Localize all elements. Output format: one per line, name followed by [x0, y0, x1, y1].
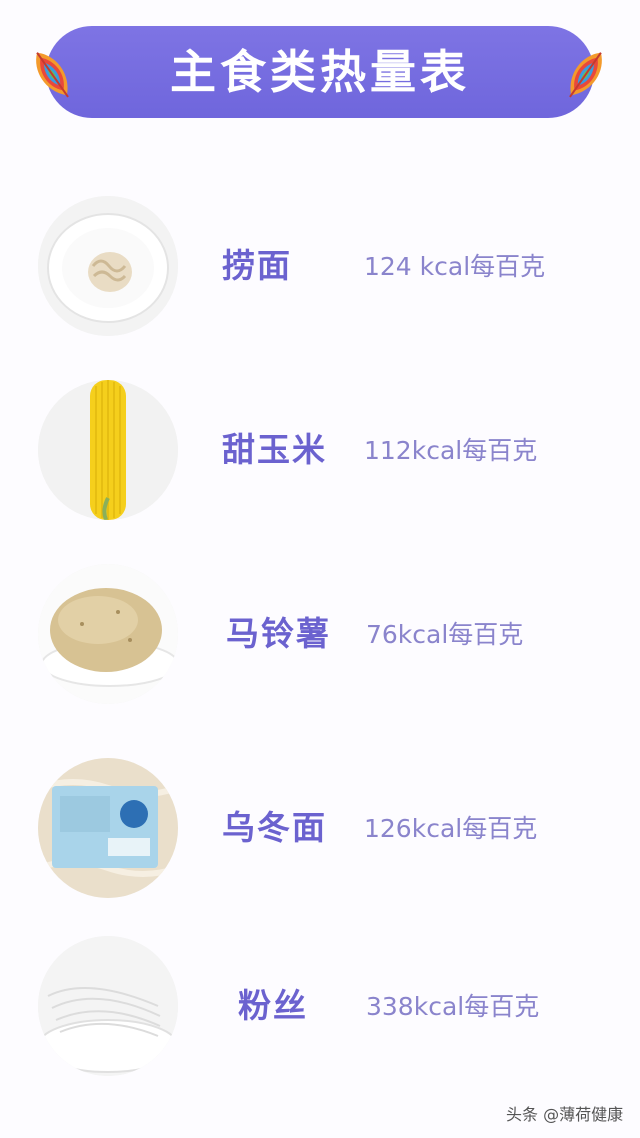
noodle-bowl-image — [38, 196, 178, 336]
food-row: 粉丝 338kcal每百克 — [0, 936, 640, 1086]
source-watermark: 头条 @薄荷健康 — [506, 1105, 624, 1124]
food-calories: 112kcal每百克 — [364, 436, 538, 465]
food-calories: 126kcal每百克 — [364, 814, 538, 843]
page-title: 主食类热量表 — [170, 45, 470, 99]
food-calories: 338kcal每百克 — [366, 992, 540, 1021]
food-row: 乌冬面 126kcal每百克 — [0, 758, 640, 908]
sweet-corn-image — [38, 380, 178, 520]
food-name: 粉丝 — [238, 986, 308, 1025]
food-name: 乌冬面 — [222, 808, 327, 847]
food-row: 甜玉米 112kcal每百克 — [0, 380, 640, 530]
vermicelli-image — [38, 936, 178, 1076]
food-name: 马铃薯 — [226, 614, 331, 653]
food-name: 捞面 — [222, 246, 292, 285]
potato-image — [38, 564, 178, 704]
food-calories: 124 kcal每百克 — [364, 252, 546, 281]
food-row: 马铃薯 76kcal每百克 — [0, 564, 640, 714]
food-name: 甜玉米 — [222, 430, 327, 469]
udon-package-image — [38, 758, 178, 898]
food-row: 捞面 124 kcal每百克 — [0, 196, 640, 346]
food-calories: 76kcal每百克 — [366, 620, 524, 649]
